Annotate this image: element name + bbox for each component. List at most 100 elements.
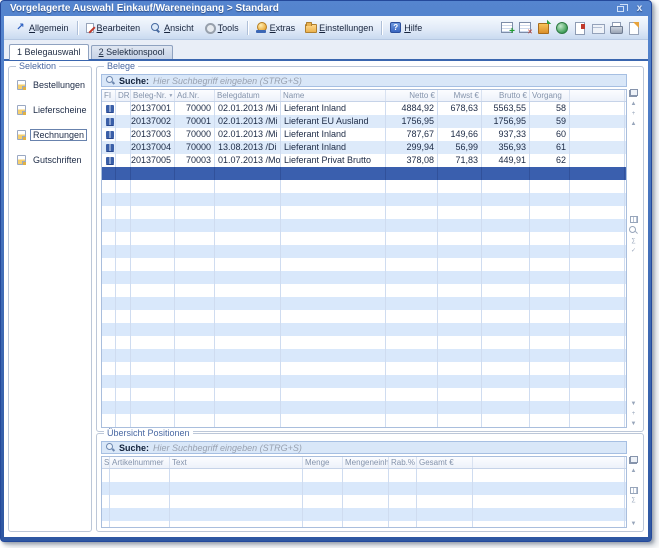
close-window-button[interactable]: x	[633, 3, 646, 14]
menu-ansicht[interactable]: Ansicht	[145, 19, 199, 37]
column-header-artikelnummer[interactable]: Artikelnummer	[110, 457, 170, 468]
empty-column	[303, 469, 343, 527]
filter-icon[interactable]: ✓	[631, 248, 636, 255]
scroll-up-icon[interactable]: ▲	[631, 468, 637, 475]
belege-row[interactable]: 201370017000002.01.2013 /MiLieferant Inl…	[102, 102, 626, 115]
new-doc-icon[interactable]	[627, 21, 640, 34]
cell-empty	[215, 167, 281, 180]
mail-icon[interactable]	[591, 21, 604, 34]
belege-row[interactable]: 201370047000013.08.2013 /DiLieferant Inl…	[102, 141, 626, 154]
column-header-netto[interactable]: Netto €	[386, 90, 438, 101]
menu-label: Allgemein	[29, 23, 69, 33]
column-header-rab[interactable]: Rab.%	[389, 457, 417, 468]
cell-beleg_nr: 20137001	[131, 102, 175, 115]
cell-empty	[438, 167, 482, 180]
menu-bearbeiten[interactable]: Bearbeiten	[81, 19, 146, 37]
column-header-text[interactable]: Text	[170, 457, 303, 468]
sum-icon[interactable]: ∑	[631, 238, 635, 245]
empty-column	[343, 469, 389, 527]
beleg-book-icon	[106, 105, 114, 112]
column-header-fi[interactable]: FI	[102, 90, 116, 101]
cell-name: Lieferant Inland	[281, 102, 386, 115]
column-header-beleg_nr[interactable]: Beleg-Nr.	[131, 90, 175, 101]
belege-row[interactable]: 201370037000002.01.2013 /MiLieferant Inl…	[102, 128, 626, 141]
cell-mwst: 678,63	[438, 102, 482, 115]
archive-box-icon[interactable]	[537, 21, 550, 34]
column-chooser-icon[interactable]	[629, 89, 638, 97]
column-header-dr[interactable]: DR	[116, 90, 131, 101]
column-header-brutto[interactable]: Brutto €	[482, 90, 530, 101]
tab-belegauswahl[interactable]: 1 Belegauswahl	[9, 44, 89, 60]
printer-icon[interactable]	[609, 21, 622, 34]
empty-column	[281, 180, 386, 427]
sidebar-item-gutschriften[interactable]: Gutschriften	[17, 154, 91, 166]
belege-search-bar[interactable]: Suche:	[101, 74, 627, 87]
tabstrip: 1 Belegauswahl2 Selektionspool	[4, 40, 648, 59]
positionen-search-input[interactable]	[153, 442, 622, 453]
sidebar-item-lieferscheine[interactable]: Lieferscheine	[17, 104, 91, 116]
empty-column	[389, 469, 417, 527]
card-view-icon[interactable]	[630, 216, 638, 223]
menu-allgemein[interactable]: Allgemein	[10, 19, 74, 37]
cell-mwst	[438, 115, 482, 128]
cell-dr	[116, 102, 131, 115]
globe-icon[interactable]	[555, 21, 568, 34]
positionen-search-bar[interactable]: Suche:	[101, 441, 627, 454]
column-header-filler[interactable]	[473, 457, 625, 468]
empty-column	[131, 180, 175, 427]
sum-icon[interactable]: ∑	[631, 497, 635, 504]
append-row-icon[interactable]: +	[632, 411, 636, 418]
toolbar-icons	[496, 21, 640, 34]
belege-row[interactable]: 201370027000102.01.2013 /MiLieferant EU …	[102, 115, 626, 128]
titlebar[interactable]: Vorgelagerte Auswahl Einkauf/Wareneingan…	[1, 1, 651, 16]
restore-window-button[interactable]	[614, 3, 627, 14]
menu-hilfe[interactable]: Hilfe	[385, 19, 427, 37]
table-add-icon[interactable]	[501, 21, 514, 34]
column-header-s[interactable]: S	[102, 457, 110, 468]
restore-icon	[617, 6, 624, 12]
table-remove-icon[interactable]	[519, 21, 532, 34]
scroll-up-icon[interactable]: ▲	[631, 121, 637, 128]
scroll-down-icon[interactable]: ▼	[631, 521, 637, 528]
selektion-group: Selektion BestellungenLieferscheineRechn…	[8, 66, 92, 532]
column-header-belegdatum[interactable]: Belegdatum	[215, 90, 281, 101]
scroll-first-icon[interactable]: ▲	[631, 101, 637, 108]
belege-row[interactable]: 201370057000301.07.2013 /MoLieferant Pri…	[102, 154, 626, 167]
sidebar-item-bestellungen[interactable]: Bestellungen	[17, 79, 91, 91]
cell-empty	[116, 167, 131, 180]
column-header-ad_nr[interactable]: Ad.Nr.	[175, 90, 215, 101]
empty-column	[417, 469, 473, 527]
card-view-icon[interactable]	[630, 487, 638, 494]
empty-column	[102, 180, 116, 427]
menu-tools[interactable]: Tools	[199, 19, 244, 37]
menu-extras[interactable]: Extras	[251, 19, 301, 37]
tab-page-belegauswahl: Selektion BestellungenLieferscheineRechn…	[4, 59, 648, 537]
scroll-last-icon[interactable]: ▼	[631, 421, 637, 428]
column-header-mwst[interactable]: Mwst €	[438, 90, 482, 101]
column-chooser-icon[interactable]	[629, 456, 638, 464]
selected-empty-row[interactable]	[102, 167, 626, 180]
belege-side-toolbar: ▲ + ▲ ∑ ✓ ▼ + ▼	[627, 89, 640, 428]
tab-selektionspool[interactable]: 2 Selektionspool	[91, 45, 173, 59]
insert-row-icon[interactable]: +	[632, 111, 636, 118]
beleg-book-icon	[106, 157, 114, 164]
grid-header-row: SArtikelnummerTextMengeMengeneinheitRab.…	[102, 457, 626, 469]
cell-empty	[570, 167, 625, 180]
belege-search-input[interactable]	[153, 75, 622, 86]
sidebar-item-rechnungen[interactable]: Rechnungen	[17, 129, 91, 141]
column-header-filler[interactable]	[570, 90, 625, 101]
column-header-mengeneinheit[interactable]: Mengeneinheit	[343, 457, 389, 468]
menu-einstellungen[interactable]: Einstellungen	[300, 19, 378, 37]
column-header-gesamt[interactable]: Gesamt €	[417, 457, 473, 468]
cell-dr	[116, 141, 131, 154]
empty-column	[530, 180, 570, 427]
empty-column	[102, 469, 110, 527]
column-header-name[interactable]: Name	[281, 90, 386, 101]
column-header-menge[interactable]: Menge	[303, 457, 343, 468]
scroll-down-icon[interactable]: ▼	[631, 401, 637, 408]
beleg-book-icon	[106, 131, 114, 138]
doc-export-icon[interactable]	[573, 21, 586, 34]
zoom-icon[interactable]	[629, 226, 638, 235]
column-header-vorgang[interactable]: Vorgang	[530, 90, 570, 101]
cell-ad_nr: 70000	[175, 141, 215, 154]
